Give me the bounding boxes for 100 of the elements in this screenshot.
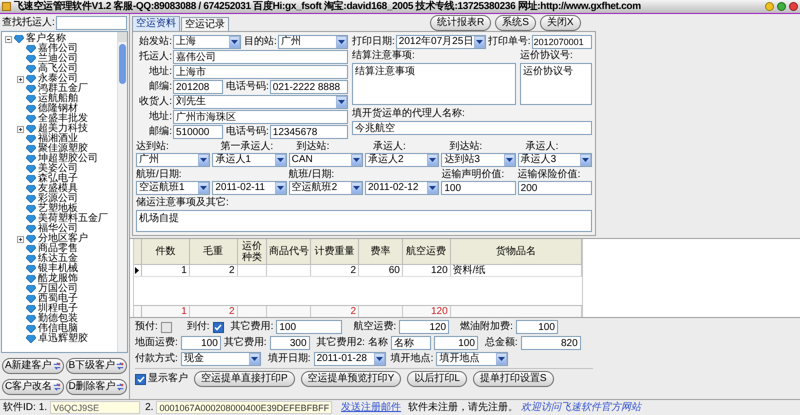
input-field[interactable]: 100 — [276, 320, 342, 334]
input-field[interactable]: 200 — [518, 181, 592, 195]
tree-item[interactable]: 西蜀电子 — [38, 294, 78, 304]
dropdown-field[interactable]: 现金 — [180, 352, 261, 366]
tree-item[interactable]: 福华公司 — [38, 224, 78, 234]
checkbox[interactable] — [212, 322, 224, 332]
input-field[interactable]: 100 — [516, 320, 558, 334]
input-field[interactable]: 120 — [399, 320, 450, 334]
collapse-toggle[interactable] — [4, 36, 12, 42]
tab[interactable]: 空运资料 — [132, 16, 180, 31]
tree-item[interactable]: 卓迅辉塑胶 — [38, 334, 88, 344]
dropdown-field[interactable]: 刘先生 — [173, 95, 348, 109]
input-field[interactable]: 021-2222 8888 — [270, 80, 348, 94]
minimize-button[interactable] — [765, 2, 774, 11]
tree-item[interactable]: 彩源公司 — [38, 194, 78, 204]
tree-item[interactable]: 练达五金 — [38, 254, 78, 264]
close-button[interactable] — [789, 2, 798, 11]
input-field[interactable]: 300 — [270, 336, 310, 350]
dropdown-field[interactable]: 2011-02-11 — [212, 181, 287, 195]
column-header[interactable]: 费率 — [359, 239, 403, 264]
dropdown-field[interactable]: 承运人3 — [518, 153, 592, 167]
print-button[interactable]: 空运提单直接打印P — [194, 371, 295, 387]
checkbox[interactable] — [135, 374, 146, 384]
tree-item[interactable]: 艺塑地板 — [38, 204, 78, 214]
dropdown-field[interactable]: 广州 — [278, 35, 348, 49]
maximize-button[interactable] — [777, 2, 786, 11]
dropdown-field[interactable]: 2011-02-12 — [365, 181, 440, 195]
tree-item[interactable]: 客户名称 — [26, 34, 66, 44]
print-button[interactable]: 提单打印设置S — [472, 371, 554, 387]
tree-item[interactable]: 福湘酒业 — [38, 134, 78, 144]
tab[interactable]: 空运记录 — [181, 17, 229, 31]
print-button[interactable]: 以后打印L — [407, 371, 467, 387]
text-area[interactable]: 运价协议号 — [520, 63, 592, 105]
column-header[interactable]: 运价种类 — [238, 239, 268, 264]
dropdown-field[interactable]: 广州 — [136, 153, 210, 167]
dropdown-field[interactable]: 空运航班2 — [288, 181, 363, 195]
input-field[interactable]: 上海市 — [173, 65, 348, 79]
dropdown-field[interactable]: 承运人2 — [365, 153, 440, 167]
expand-toggle[interactable] — [16, 126, 24, 132]
input-field[interactable]: 嘉伟公司 — [173, 50, 348, 64]
dropdown-field[interactable]: 2012年07月25日 — [396, 35, 486, 49]
dropdown-field[interactable]: 2011-01-28 — [314, 352, 386, 366]
print-button[interactable]: 空运提单预览打印Y — [300, 371, 402, 387]
input-field[interactable]: 820 — [520, 336, 581, 350]
expand-toggle[interactable] — [16, 236, 24, 242]
tree-item[interactable]: 森弘电子 — [38, 174, 78, 184]
customer-button[interactable]: C客户改名 — [2, 379, 64, 395]
tree-item[interactable]: 美荷塑料五金厂 — [38, 214, 108, 224]
tree-item[interactable]: 鸿群五金厂 — [38, 84, 88, 94]
dropdown-field[interactable]: 达到站3 — [441, 153, 516, 167]
website-link[interactable]: 欢迎访问飞速软件官方网站 — [521, 402, 642, 412]
toolbar-button[interactable]: 统计报表R — [430, 14, 492, 30]
search-field[interactable] — [56, 16, 127, 30]
input-field[interactable]: 2012070001 — [532, 35, 592, 49]
dropdown-field[interactable]: 上海 — [173, 35, 241, 49]
tree-item[interactable]: 勤德包装 — [38, 314, 78, 324]
tree-item[interactable]: 美姿公司 — [38, 164, 78, 174]
column-header[interactable]: 计费重量 — [311, 239, 359, 264]
column-header[interactable]: 商品代号 — [267, 239, 312, 264]
dropdown-field[interactable]: 空运航班1 — [136, 181, 210, 195]
dropdown-field[interactable]: CAN — [288, 153, 363, 167]
dropdown-field[interactable]: 填开地点 — [436, 352, 508, 366]
toolbar-button[interactable]: 系统S — [495, 14, 536, 30]
text-area[interactable]: 结算注意事项 — [352, 63, 516, 105]
input-field[interactable]: 510000 — [173, 125, 223, 139]
column-header[interactable]: 毛重 — [190, 239, 238, 264]
input-field[interactable]: 100 — [180, 336, 221, 350]
customer-button[interactable]: B下级客户 — [66, 358, 127, 374]
tree-item[interactable]: 商品零售 — [38, 244, 78, 254]
tree-item[interactable]: 伟信电脑 — [38, 324, 78, 334]
tree-item[interactable]: 友盛模具 — [38, 184, 78, 194]
input-field[interactable]: 12345678 — [270, 125, 348, 139]
tree-item[interactable]: 德隆钢材 — [38, 104, 78, 114]
tree-item[interactable]: 全盛丰批发 — [38, 114, 88, 124]
table-row[interactable]: 1 2 2 60 120 资料/纸 — [134, 265, 582, 277]
input-field[interactable]: 100 — [434, 336, 478, 350]
tree-item[interactable]: 圳程电子 — [38, 304, 78, 314]
tree-item[interactable]: 永泰公司 — [38, 74, 78, 84]
column-header[interactable]: 货物品名 — [450, 239, 582, 264]
tree-item[interactable]: 万国公司 — [38, 284, 78, 294]
text-area[interactable]: 机场自提 — [136, 210, 592, 232]
customer-button[interactable]: A新建客户 — [2, 358, 64, 374]
input-field[interactable]: 201208 — [173, 80, 223, 94]
input-field[interactable]: 广州市海珠区 — [173, 110, 348, 124]
input-field[interactable]: 今兆航空 — [352, 121, 592, 135]
dropdown-field[interactable]: 承运人1 — [212, 153, 287, 167]
tree-item[interactable]: 聚佳源塑胶 — [38, 144, 88, 154]
input-field[interactable]: 100 — [441, 181, 516, 195]
tree-item[interactable]: 运航船舶 — [38, 94, 78, 104]
tree-item[interactable]: 银丰机械 — [38, 264, 78, 274]
checkbox[interactable] — [160, 322, 172, 332]
column-header[interactable]: 件数 — [142, 239, 190, 264]
tree-item[interactable]: 嘉伟公司 — [38, 44, 78, 54]
expand-toggle[interactable] — [16, 76, 24, 82]
tree-item[interactable]: 高飞公司 — [38, 64, 78, 74]
scrollbar[interactable] — [117, 32, 127, 352]
tree-item[interactable]: 坤超塑胶公司 — [38, 154, 98, 164]
tree-item[interactable]: 酷龙服饰 — [38, 274, 78, 284]
register-link[interactable]: 发送注册邮件 — [341, 402, 402, 412]
column-header[interactable]: 航空运费 — [402, 239, 451, 264]
